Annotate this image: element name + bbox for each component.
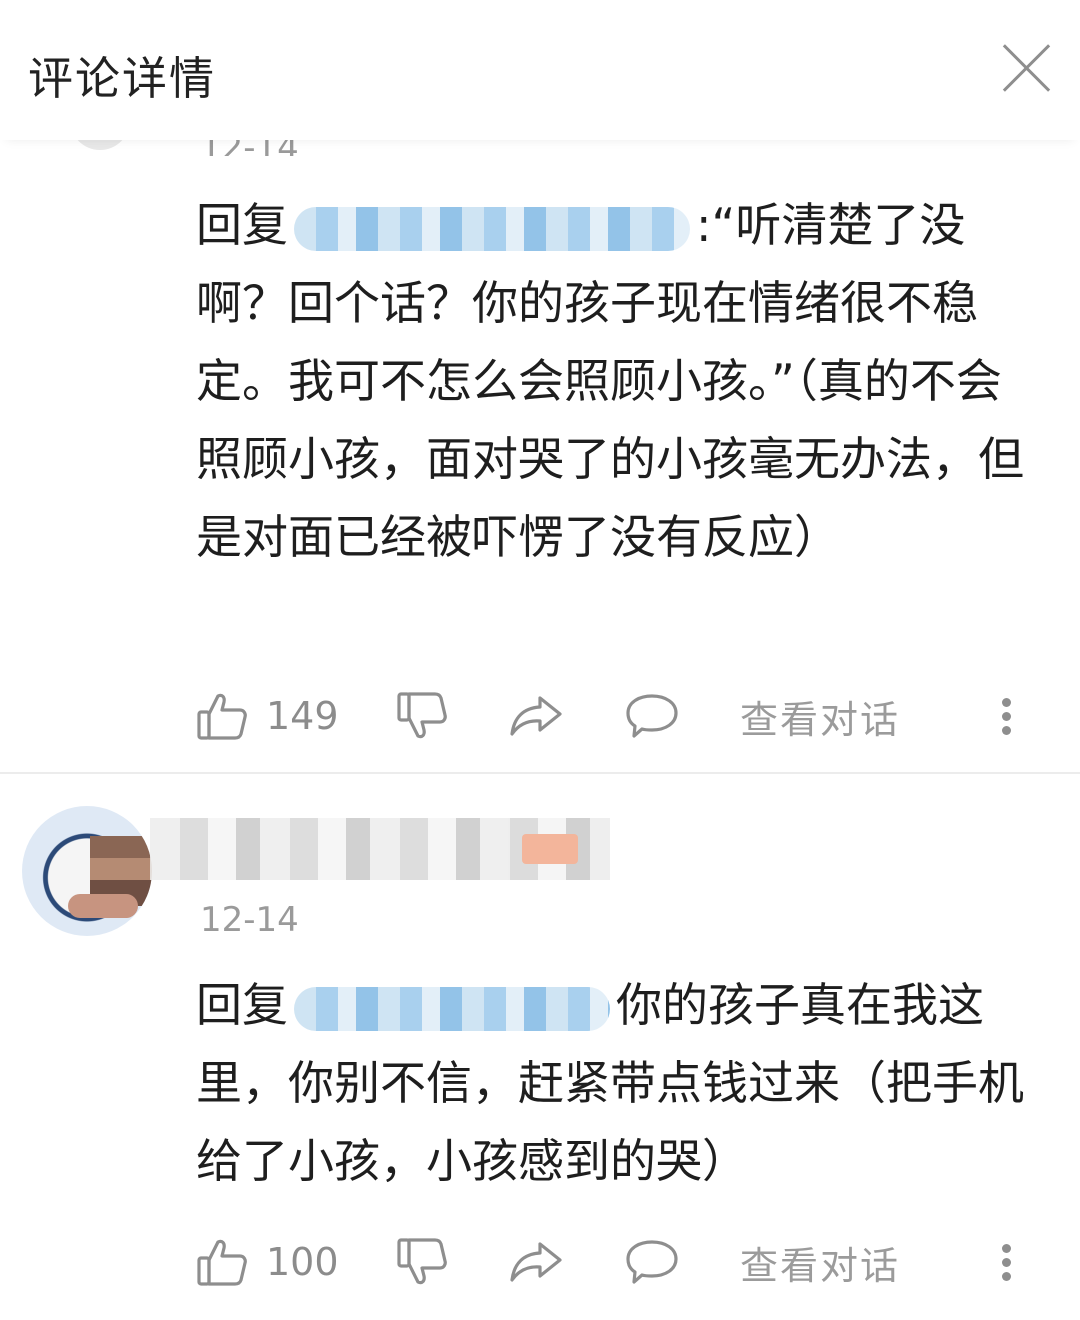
thumbs-down-icon <box>397 692 447 739</box>
reply-button[interactable] <box>624 686 680 746</box>
comment-actions: 149 查看对话 <box>196 686 1036 746</box>
comment-icon <box>626 1240 678 1284</box>
comment-body: 回复 你的孩子真在我这里，你别不信，赶紧带点钱过来（把手机给了小孩，小孩感到的哭） <box>196 966 1036 1200</box>
view-conversation-label: 查看对话 <box>740 697 901 742</box>
divider <box>0 772 1080 774</box>
header-bar: 评论详情 <box>0 0 1080 140</box>
share-button[interactable] <box>508 1232 564 1292</box>
like-button[interactable]: 100 <box>196 1232 339 1292</box>
reply-button[interactable] <box>624 1232 680 1292</box>
redacted-username <box>294 986 610 1031</box>
reply-prefix: 回复 <box>196 978 288 1032</box>
thumbs-down-icon <box>397 1238 447 1285</box>
view-conversation-label: 查看对话 <box>740 1243 901 1288</box>
comment-text: :“听清楚了没啊？回个话？你的孩子现在情绪很不稳定。我可不怎么会照顾小孩。”（真… <box>196 198 1024 564</box>
avatar[interactable] <box>22 806 152 936</box>
like-count: 149 <box>266 694 339 738</box>
dislike-button[interactable] <box>396 686 448 746</box>
view-conversation-link[interactable]: 查看对话 <box>740 1232 900 1292</box>
comment-date: 12-14 <box>200 900 299 940</box>
more-vertical-icon[interactable] <box>1002 686 1022 746</box>
redacted-username <box>150 818 610 880</box>
redacted-username <box>294 206 690 251</box>
comment-actions: 100 查看对话 <box>196 1232 1036 1292</box>
page-title: 评论详情 <box>28 52 217 105</box>
share-button[interactable] <box>508 686 564 746</box>
share-icon <box>510 1242 562 1282</box>
close-icon[interactable] <box>998 40 1054 96</box>
reply-prefix: 回复 <box>196 198 288 252</box>
dislike-button[interactable] <box>396 1232 448 1292</box>
like-button[interactable]: 149 <box>196 686 339 746</box>
thumbs-up-icon <box>197 693 247 740</box>
comment-icon <box>626 694 678 738</box>
like-count: 100 <box>266 1240 339 1284</box>
more-vertical-icon[interactable] <box>1002 1232 1022 1292</box>
view-conversation-link[interactable]: 查看对话 <box>740 686 900 746</box>
share-icon <box>510 696 562 736</box>
thumbs-up-icon <box>197 1239 247 1286</box>
comment-body: 回复:“听清楚了没啊？回个话？你的孩子现在情绪很不稳定。我可不怎么会照顾小孩。”… <box>196 186 1036 576</box>
